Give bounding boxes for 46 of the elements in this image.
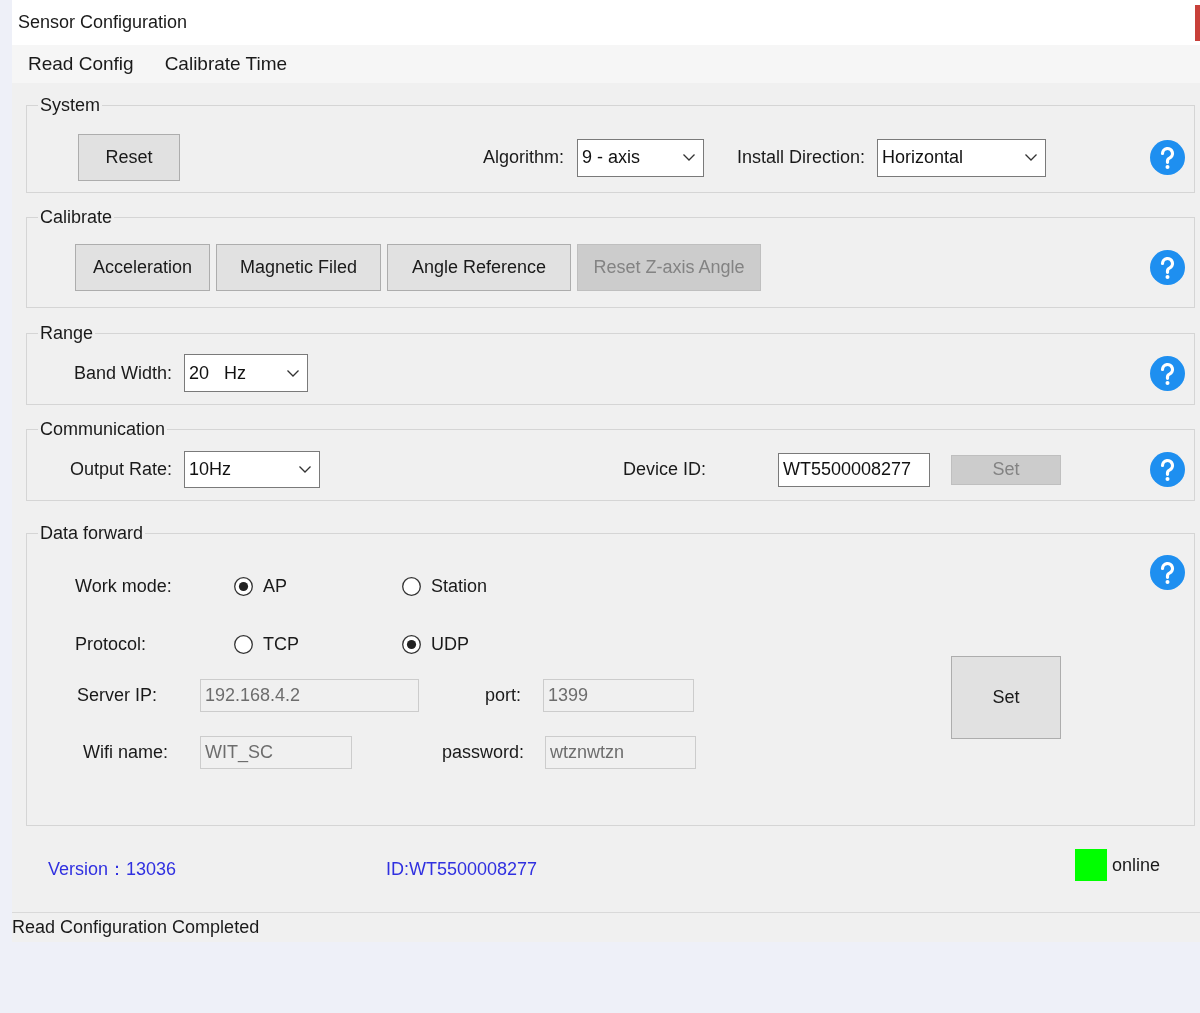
help-icon[interactable] — [1150, 355, 1185, 391]
device-id-text: ID:WT5500008277 — [386, 857, 538, 881]
menu-item[interactable]: Read Config — [28, 49, 134, 79]
chevron-down-icon — [1025, 154, 1037, 161]
field-label: Wifi name: — [82, 741, 170, 764]
radio-button[interactable]: AP — [234, 572, 402, 600]
output-rate-dropdown[interactable]: 10Hz — [184, 451, 321, 488]
band-width-dropdown[interactable]: 20 Hz — [184, 354, 309, 392]
connection-status-text: online — [1111, 853, 1160, 877]
algorithm-dropdown[interactable]: 9 - axis — [576, 138, 704, 177]
help-icon[interactable] — [1150, 140, 1185, 175]
calibrate-button[interactable]: Magnetic Filed — [216, 244, 381, 291]
field-label: password: — [440, 741, 525, 764]
field-label: Server IP: — [76, 684, 159, 707]
install-direction-dropdown[interactable]: Horizontal — [877, 138, 1046, 177]
field-label: Work mode: — [75, 574, 173, 598]
radio-button[interactable]: TCP — [234, 630, 402, 658]
status-message: Read Configuration Completed — [12, 916, 260, 939]
help-icon[interactable] — [1150, 452, 1185, 487]
group-title: Calibrate — [39, 206, 114, 228]
field-label: port: — [483, 684, 522, 707]
chevron-down-icon — [287, 369, 300, 377]
field-label: Band Width: — [74, 361, 173, 385]
help-icon[interactable] — [1150, 555, 1185, 590]
chevron-down-icon — [299, 466, 312, 473]
version-text: Version：13036 — [48, 857, 178, 881]
window-title: Sensor Configuration — [17, 11, 188, 34]
group-title: Range — [39, 322, 95, 344]
field-label: Algorithm: — [482, 146, 564, 169]
radio-button[interactable]: Station — [402, 572, 570, 600]
field-label: Protocol: — [75, 632, 148, 656]
field-label: Install Direction: — [736, 146, 865, 169]
group-title: Data forward — [39, 522, 145, 544]
calibrate-button[interactable]: Acceleration — [75, 244, 210, 291]
menu-item[interactable]: Calibrate Time — [164, 49, 288, 79]
group-title: System — [39, 94, 101, 116]
radio-button[interactable]: UDP — [402, 630, 570, 658]
set-button[interactable]: Set — [951, 656, 1061, 739]
chevron-down-icon — [682, 154, 695, 161]
field-label: Device ID: — [622, 458, 706, 481]
field-label: Output Rate: — [70, 458, 173, 481]
help-icon[interactable] — [1150, 250, 1185, 285]
device-id-field[interactable]: WT5500008277 — [778, 452, 930, 487]
reset-button[interactable]: Reset — [78, 134, 180, 181]
calibrate-button[interactable]: Angle Reference — [387, 244, 571, 291]
group-title: Communication — [39, 418, 167, 440]
